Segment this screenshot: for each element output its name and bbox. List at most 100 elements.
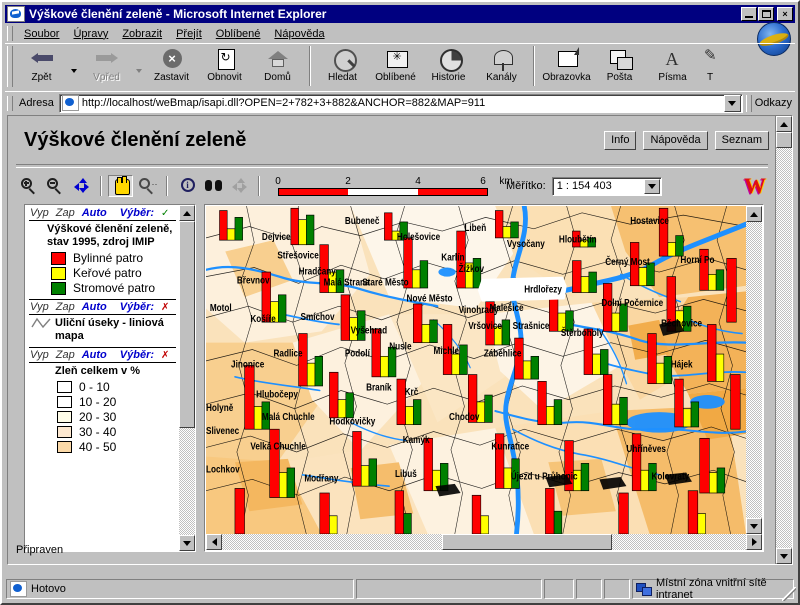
address-dropdown-button[interactable] [723,94,741,112]
legend-scroll-down-button[interactable] [179,535,195,551]
toolbar-mail-button[interactable]: Pošta [593,44,646,91]
legend-scroll-track[interactable] [179,221,195,535]
page-scroll-track[interactable] [776,132,792,548]
menu-item-soubor[interactable]: Soubor [17,26,66,42]
legend-scroll-thumb[interactable] [179,221,195,429]
pan-arrows-icon[interactable] [68,175,93,197]
links-grip[interactable] [745,94,752,112]
menu-grip[interactable] [7,26,13,41]
page-scroll-up-button[interactable] [776,116,792,132]
ie-page-icon [61,95,79,111]
map-scroll-right-button[interactable] [746,534,762,550]
legend-3-on[interactable]: Zap [56,349,75,361]
legend-2-on[interactable]: Zap [56,301,75,313]
toolbar-stop-button[interactable]: × Zastavit [145,44,198,91]
scale-dropdown-arrow-icon[interactable] [643,178,660,194]
menu-item-oblibene[interactable]: Oblíbené [209,26,268,42]
map-scroll-up-button[interactable] [746,206,762,222]
legend-3-off[interactable]: Vyp [30,349,49,361]
legend-item-30-40[interactable]: 30 - 40 [57,425,176,439]
legend-item-kerove[interactable]: Keřové patro [51,266,176,280]
toolbar-home-button[interactable]: Domů [251,44,304,91]
legend-2-select[interactable]: Výběr: [120,301,154,313]
map-scroll-left-button[interactable] [206,534,222,550]
binoculars-find-icon[interactable] [200,175,225,197]
resize-grip[interactable] [782,587,796,601]
pan-disabled-icon [226,175,251,197]
toolbar-print-button[interactable]: T [699,44,721,91]
minimize-button[interactable] [741,7,757,21]
ie-small-icon [10,581,27,597]
legend-3-select[interactable]: Výběr: [120,349,154,361]
browser-window: Výškové členění zeleně - Microsoft Inter… [0,0,800,605]
address-grip[interactable] [7,95,13,111]
zoom-select-icon[interactable]: ·· [134,175,159,197]
legend-item-40-50[interactable]: 40 - 50 [57,440,176,454]
map-vscroll-track[interactable] [746,222,762,518]
legend-scroll-up-button[interactable] [179,205,195,221]
map-hscroll-thumb[interactable] [442,534,613,550]
toolbar-search-button[interactable]: Hledat [316,44,369,91]
map-vertical-scrollbar[interactable] [746,206,762,534]
legend-2-auto[interactable]: Auto [82,301,107,313]
toolbar-grip[interactable] [7,46,13,87]
svg-text:Braník: Braník [366,382,391,393]
menu-item-napoveda[interactable]: Nápověda [267,26,331,42]
menu-item-zobrazit[interactable]: Zobrazit [115,26,169,42]
toolbar-forward-button[interactable]: Vpřed [80,44,133,91]
toolbar-favorites-button[interactable]: Oblíbené [369,44,422,91]
intranet-zone-icon [636,582,652,596]
legend-scrollbar[interactable] [179,205,195,551]
legend-3-auto[interactable]: Auto [82,349,107,361]
maximize-button[interactable] [758,7,774,21]
toolbar-history-label: Historie [431,72,466,83]
scale-select[interactable]: 1 : 154 403 [551,176,662,196]
svg-text:Hodkovičky: Hodkovičky [329,416,375,427]
svg-text:Střešovice: Střešovice [277,250,318,261]
toolbar-refresh-button[interactable]: Obnovit [198,44,251,91]
browser-toolbar: Zpět Vpřed × Zastavit Obnovit Domů Hleda… [5,43,795,91]
legend-1-on[interactable]: Zap [56,207,75,219]
legend-1-auto[interactable]: Auto [82,207,107,219]
zoom-in-icon[interactable] [16,175,41,197]
legend-item-0-10[interactable]: 0 - 10 [57,380,176,394]
toolbar-fullscreen-button[interactable]: Obrazovka [540,44,593,91]
svg-text:Hostavice: Hostavice [630,216,669,227]
toolbar-channels-button[interactable]: Kanály [475,44,528,91]
toolbar-fonts-button[interactable]: A Písma [646,44,699,91]
page-scroll-thumb[interactable] [776,132,792,148]
links-label[interactable]: Odkazy [755,97,792,109]
zoom-out-icon[interactable] [42,175,67,197]
info-icon[interactable]: i [174,175,199,197]
legend-1-select[interactable]: Výběr: [120,207,154,219]
close-button[interactable]: × [777,7,793,21]
page-scroll-down-button[interactable] [776,548,792,564]
list-button[interactable]: Seznam [714,130,769,150]
svg-text:Nové Město: Nové Město [407,293,453,304]
toolbar-back-button[interactable]: Zpět [15,44,68,91]
legend-item-stromove[interactable]: Stromové patro [51,281,176,295]
info-button[interactable]: Info [604,130,637,150]
legend-item-10-20[interactable]: 10 - 20 [57,395,176,409]
back-dropdown-arrow-icon[interactable] [68,44,80,91]
toolbar-history-button[interactable]: Historie [422,44,475,91]
legend-2-off[interactable]: Vyp [30,301,49,313]
help-button[interactable]: Nápověda [643,130,708,150]
map-horizontal-scrollbar[interactable] [206,534,762,550]
map-hscroll-track[interactable] [222,534,746,550]
map-canvas[interactable]: Dejvice Bubeneč Holešovice Libeň Vysočan… [206,206,746,534]
legend-1-off[interactable]: Vyp [30,207,49,219]
legend-item-ulicni-useky[interactable]: Uliční úseky - liniová mapa [31,317,176,343]
status-bar: Hotovo Místní zóna vnitřní sítě intranet [6,577,794,601]
address-input[interactable]: http://localhost/weBmap/isapi.dll?OPEN=2… [58,93,743,113]
map-graphic: Dejvice Bubeneč Holešovice Libeň Vysočan… [206,206,746,534]
scale-bar-ticks: 0 2 4 6 km [275,176,512,188]
hand-pan-icon[interactable] [108,175,133,197]
menu-item-upravy[interactable]: Úpravy [66,26,115,42]
legend-item-bylinne[interactable]: Bylinné patro [51,251,176,265]
page-scrollbar[interactable] [775,116,792,564]
menu-item-prejit[interactable]: Přejít [169,26,209,42]
forward-dropdown-arrow-icon[interactable] [133,44,145,91]
legend-item-20-30[interactable]: 20 - 30 [57,410,176,424]
map-scroll-down-button[interactable] [746,518,762,534]
